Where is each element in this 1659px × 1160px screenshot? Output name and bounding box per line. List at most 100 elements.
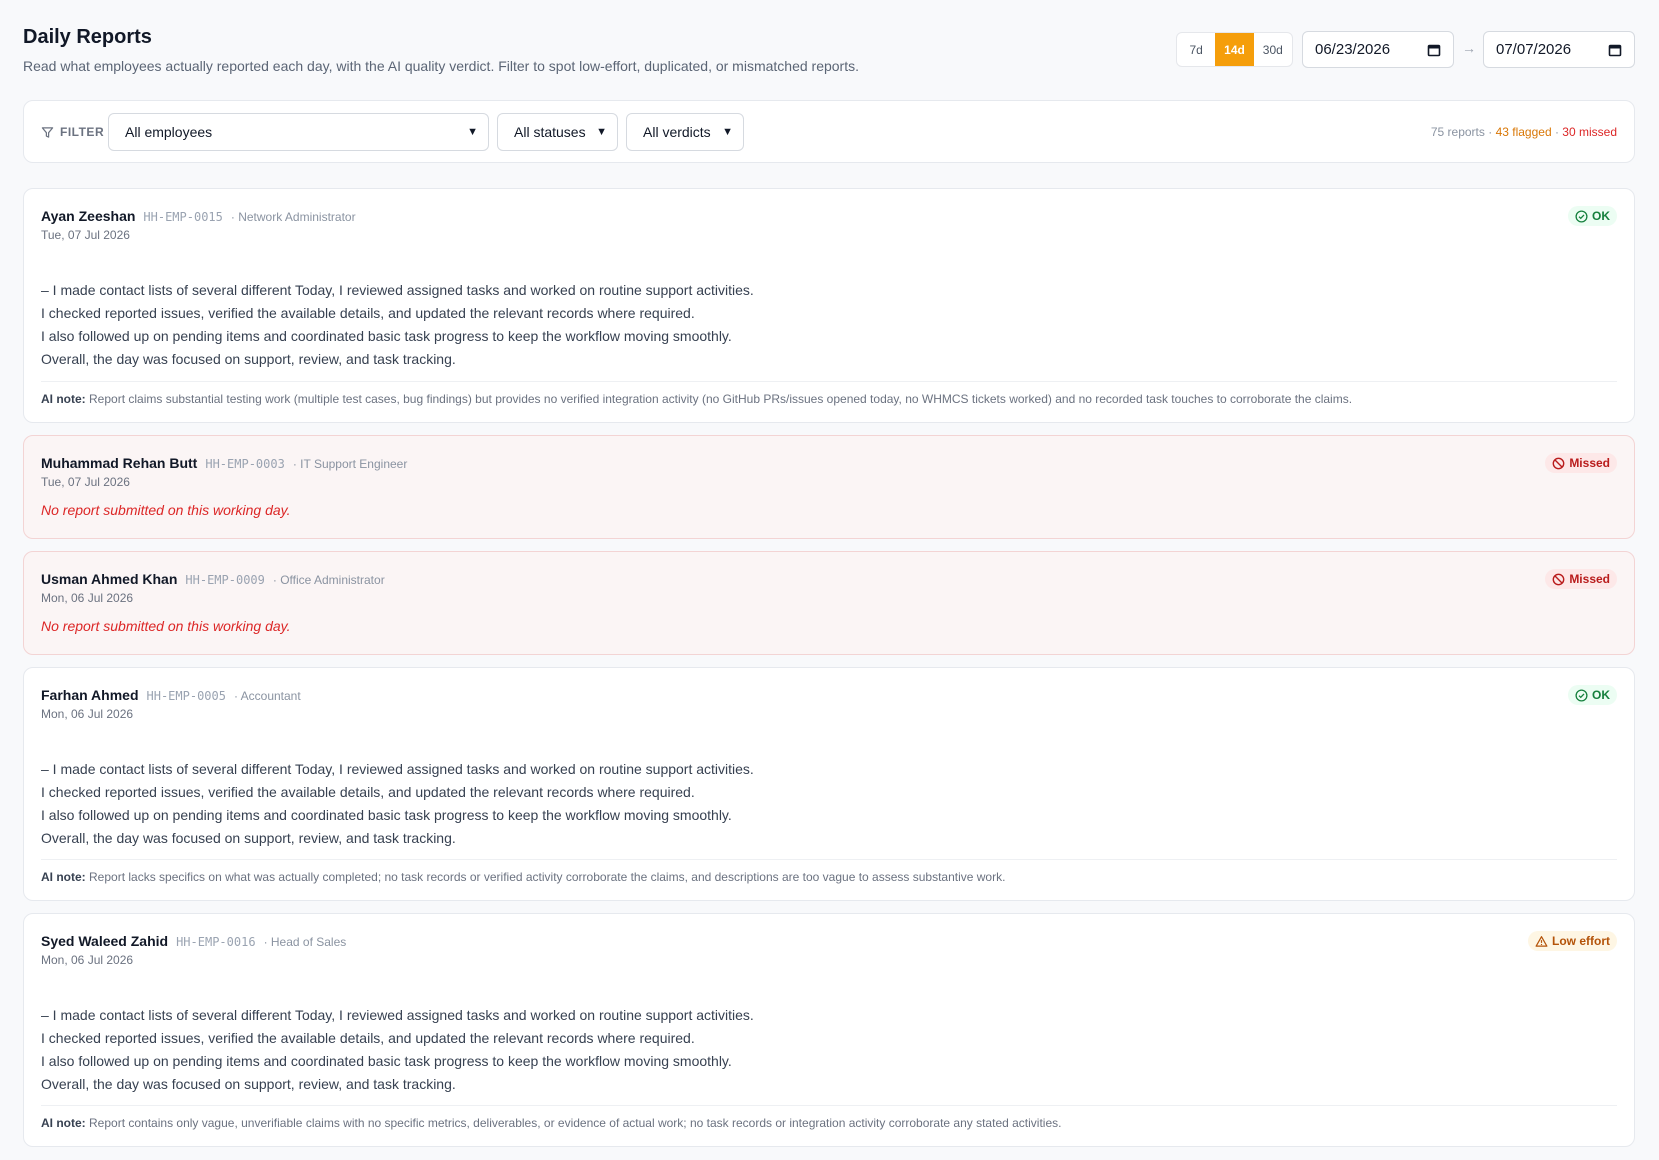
verdict-select[interactable]: All verdicts ▼ — [626, 113, 744, 151]
ban-icon — [1552, 573, 1565, 585]
ai-note-text: Report lacks specifics on what was actua… — [89, 870, 1006, 884]
employee-id: HH-EMP-0003 — [205, 457, 285, 471]
check-circle-icon — [1575, 209, 1588, 223]
calendar-icon[interactable] — [1427, 43, 1441, 57]
filter-label-text: FILTER — [60, 125, 105, 139]
ai-note: AI note: Report contains only vague, unv… — [41, 1116, 1061, 1130]
divider — [41, 859, 1617, 860]
ai-note-label: AI note: — [41, 1116, 86, 1130]
page-header: Daily Reports Read what employees actual… — [23, 0, 1635, 100]
range-7d-button[interactable]: 7d — [1177, 33, 1215, 66]
filter-icon — [41, 126, 54, 138]
report-card: Usman Ahmed Khan HH-EMP-0009 · Office Ad… — [23, 551, 1635, 655]
missing-report-text: No report submitted on this working day. — [41, 618, 291, 634]
status-select[interactable]: All statuses ▼ — [497, 113, 618, 151]
range-toggle: 7d 14d 30d — [1176, 32, 1293, 67]
verdict-badge: OK — [1568, 206, 1617, 226]
employee-name: Farhan Ahmed — [41, 687, 139, 703]
report-card: Farhan Ahmed HH-EMP-0005 · Accountant Mo… — [23, 667, 1635, 901]
report-date: Mon, 06 Jul 2026 — [41, 953, 134, 967]
report-text: – I made contact lists of several differ… — [41, 1004, 1241, 1096]
status-select-value: All statuses — [514, 124, 586, 140]
ai-note-label: AI note: — [41, 870, 86, 884]
employee-name: Syed Waleed Zahid — [41, 933, 169, 949]
report-card: Muhammad Rehan Butt HH-EMP-0003 · IT Sup… — [23, 435, 1635, 539]
report-text: – I made contact lists of several differ… — [41, 758, 1241, 850]
verdict-badge: Missed — [1545, 569, 1617, 589]
filter-bar: FILTER All employees ▼ All statuses ▼ Al… — [23, 100, 1635, 163]
date-from-input[interactable]: 06/23/2026 — [1302, 31, 1454, 68]
report-date: Tue, 07 Jul 2026 — [41, 228, 130, 242]
divider — [41, 1105, 1617, 1106]
report-line: I checked reported issues, verified the … — [41, 1030, 695, 1046]
warning-icon — [1535, 935, 1548, 947]
report-date: Tue, 07 Jul 2026 — [41, 475, 130, 489]
verdict-badge: Missed — [1545, 453, 1617, 473]
date-from-value: 06/23/2026 — [1315, 41, 1391, 58]
verdict-badge: OK — [1568, 685, 1617, 705]
employee-role: · Office Administrator — [272, 573, 385, 587]
employee-name: Ayan Zeeshan — [41, 208, 136, 224]
report-line: I also followed up on pending items and … — [41, 1053, 732, 1069]
report-line: – I made contact lists of several differ… — [41, 1007, 754, 1023]
verdict-badge: Low effort — [1528, 931, 1617, 951]
report-line: – I made contact lists of several differ… — [41, 761, 754, 777]
chevron-down-icon: ▼ — [467, 126, 478, 138]
employee-select[interactable]: All employees ▼ — [108, 113, 489, 151]
employee-id: HH-EMP-0009 — [185, 573, 265, 587]
report-card: Syed Waleed Zahid HH-EMP-0016 · Head of … — [23, 913, 1635, 1147]
report-line: Overall, the day was focused on support,… — [41, 830, 456, 846]
report-date: Mon, 06 Jul 2026 — [41, 591, 134, 605]
employee-id: HH-EMP-0016 — [176, 935, 256, 949]
verdict-label: Low effort — [1552, 934, 1610, 948]
chevron-down-icon: ▼ — [722, 126, 733, 138]
verdict-label: OK — [1592, 209, 1610, 223]
date-to-value: 07/07/2026 — [1496, 41, 1572, 58]
report-line: – I made contact lists of several differ… — [41, 282, 754, 298]
calendar-icon[interactable] — [1608, 43, 1622, 57]
chevron-down-icon: ▼ — [596, 126, 607, 138]
report-line: I checked reported issues, verified the … — [41, 784, 695, 800]
report-line: Overall, the day was focused on support,… — [41, 1076, 456, 1092]
page-title: Daily Reports — [23, 26, 152, 48]
report-line: I checked reported issues, verified the … — [41, 305, 695, 321]
report-line: I also followed up on pending items and … — [41, 328, 732, 344]
range-30d-button[interactable]: 30d — [1254, 33, 1292, 66]
employee-id: HH-EMP-0005 — [146, 689, 226, 703]
check-circle-icon — [1575, 688, 1588, 702]
divider — [41, 381, 1617, 382]
missing-report-text: No report submitted on this working day. — [41, 502, 291, 518]
range-14d-button[interactable]: 14d — [1215, 33, 1254, 66]
date-to-input[interactable]: 07/07/2026 — [1483, 31, 1635, 68]
verdict-label: Missed — [1569, 456, 1610, 470]
report-summary: 75 reports · 43 flagged · 30 missed — [1430, 125, 1617, 139]
summary-missed: 30 missed — [1562, 125, 1617, 139]
verdict-label: Missed — [1569, 572, 1610, 586]
filter-label: FILTER — [41, 125, 104, 139]
employee-id: HH-EMP-0015 — [143, 210, 223, 224]
employee-role: · Accountant — [233, 689, 301, 703]
ban-icon — [1552, 457, 1565, 469]
summary-total: 75 reports — [1430, 125, 1485, 139]
employee-name: Muhammad Rehan Butt — [41, 455, 198, 471]
page-subtitle: Read what employees actually reported ea… — [23, 58, 860, 74]
ai-note-text: Report contains only vague, unverifiable… — [89, 1116, 1062, 1130]
employee-role: · Head of Sales — [263, 935, 347, 949]
employee-role: · Network Administrator — [230, 210, 356, 224]
report-card: Ayan Zeeshan HH-EMP-0015 · Network Admin… — [23, 188, 1635, 423]
ai-note-label: AI note: — [41, 392, 86, 406]
ai-note: AI note: Report claims substantial testi… — [41, 392, 1352, 406]
report-line: Overall, the day was focused on support,… — [41, 351, 456, 367]
ai-note: AI note: Report lacks specifics on what … — [41, 870, 1005, 884]
daily-reports-page: Daily Reports Read what employees actual… — [23, 0, 1635, 1147]
report-text: – I made contact lists of several differ… — [41, 279, 1241, 371]
range-arrow: → — [1462, 40, 1476, 56]
report-date: Mon, 06 Jul 2026 — [41, 707, 134, 721]
summary-flagged: 43 flagged — [1495, 125, 1552, 139]
employee-name: Usman Ahmed Khan — [41, 571, 178, 587]
verdict-select-value: All verdicts — [643, 124, 711, 140]
employee-role: · IT Support Engineer — [292, 457, 408, 471]
employee-select-value: All employees — [125, 124, 213, 140]
ai-note-text: Report claims substantial testing work (… — [89, 392, 1353, 406]
report-line: I also followed up on pending items and … — [41, 807, 732, 823]
